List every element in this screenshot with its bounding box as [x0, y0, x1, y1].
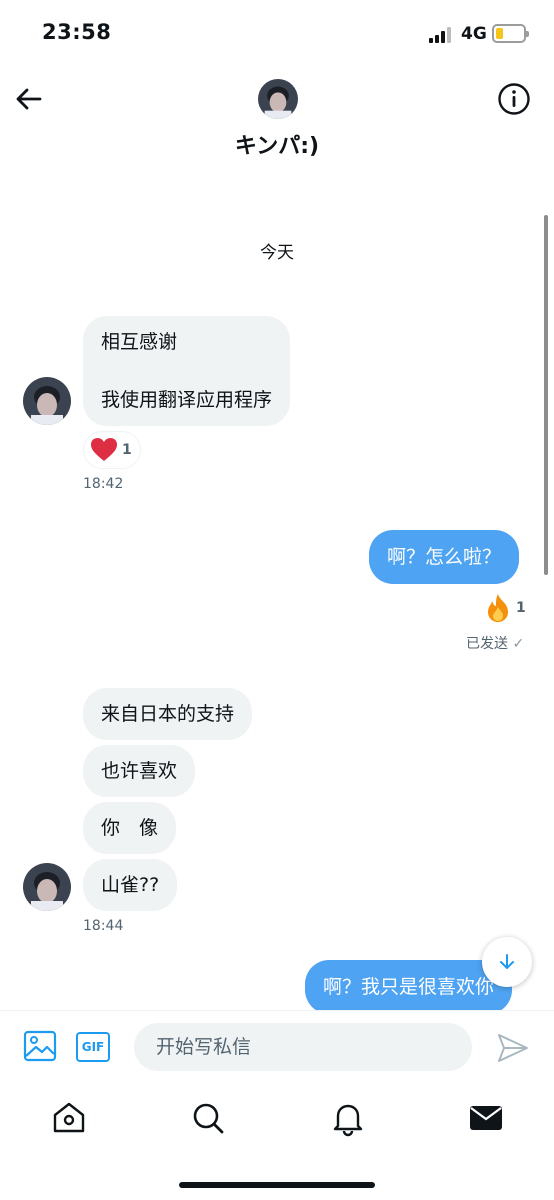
received-message[interactable]: 你 像: [83, 802, 177, 854]
reaction-count: 1: [516, 600, 526, 616]
scroll-to-bottom-button[interactable]: [482, 937, 532, 987]
message-text: 也许喜欢: [101, 760, 178, 782]
back-arrow-icon[interactable]: [14, 84, 44, 114]
message-text: 啊？怎么啦？: [387, 546, 502, 568]
network-label: 4G: [461, 24, 487, 44]
battery-fill: [496, 28, 503, 39]
gif-button[interactable]: GIF: [76, 1032, 110, 1062]
info-icon[interactable]: [497, 82, 531, 116]
message-text: 来自日本的支持: [101, 703, 235, 725]
scrollbar[interactable]: [544, 215, 548, 575]
notifications-bell-icon[interactable]: [328, 1098, 368, 1138]
home-icon[interactable]: [49, 1098, 89, 1138]
message-text: 你 像: [101, 817, 159, 839]
image-icon[interactable]: [23, 1029, 57, 1063]
arrow-down-icon: [500, 954, 514, 969]
send-icon[interactable]: [496, 1031, 530, 1065]
message-line: 我使用翻译应用程序: [101, 389, 273, 411]
header-avatar[interactable]: [258, 79, 298, 119]
received-message[interactable]: 来自日本的支持: [83, 688, 253, 740]
message-input[interactable]: [134, 1023, 472, 1071]
conversation-header: キンパ:): [0, 70, 554, 180]
status-time: 23:58: [42, 20, 112, 44]
battery-icon: [492, 24, 529, 43]
message-text: 山雀??: [101, 874, 160, 896]
message-timestamp: 18:42: [83, 476, 124, 492]
home-indicator: [179, 1182, 375, 1188]
message-composer: GIF: [0, 1010, 554, 1086]
message-line: 相互感谢: [101, 331, 178, 353]
status-bar: 23:58 4G: [0, 0, 554, 70]
delivery-status: 已发送 ✓: [466, 633, 524, 653]
day-separator: 今天: [260, 243, 294, 263]
fire-icon: [488, 594, 508, 622]
search-icon[interactable]: [188, 1098, 228, 1138]
sent-message[interactable]: 啊？我只是很喜欢你: [305, 960, 513, 1014]
sender-avatar[interactable]: [23, 377, 71, 425]
delivery-status-label: 已发送: [466, 636, 508, 652]
check-icon: ✓: [512, 636, 525, 652]
heart-icon: [91, 438, 117, 461]
reaction-badge[interactable]: 1: [83, 431, 141, 469]
received-message[interactable]: 山雀??: [83, 859, 178, 911]
message-text: 啊？我只是很喜欢你: [323, 976, 495, 998]
conversation-title: キンパ:): [234, 134, 320, 159]
signal-icon: [429, 27, 455, 43]
bottom-navigation: [0, 1086, 554, 1200]
sent-message[interactable]: 啊？怎么啦？: [369, 530, 520, 584]
messages-envelope-icon[interactable]: [466, 1098, 506, 1138]
received-message[interactable]: 相互感谢 我使用翻译应用程序: [83, 316, 291, 426]
sender-avatar[interactable]: [23, 863, 71, 911]
received-message[interactable]: 也许喜欢: [83, 745, 196, 797]
message-timestamp: 18:44: [83, 918, 124, 934]
reaction-badge[interactable]: 1: [478, 589, 534, 627]
reaction-count: 1: [122, 442, 132, 458]
